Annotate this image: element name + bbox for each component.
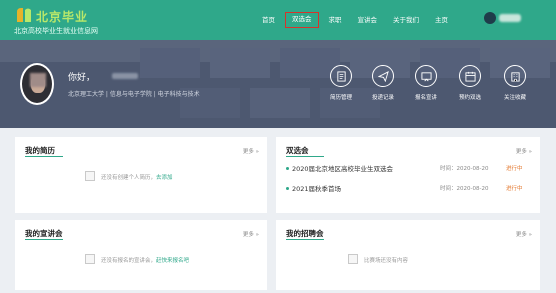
profile-avatar[interactable] (20, 63, 54, 105)
card-title: 我的简历 (25, 146, 55, 155)
card-title: 双选会 (286, 146, 309, 155)
resume-icon (336, 70, 346, 82)
presentation-icon (420, 71, 432, 81)
logo-text: 北京毕业 (36, 10, 89, 24)
quick-link-book-fair[interactable]: 预约双选 (452, 65, 488, 101)
empty-message: 比赛场还没有内容 (364, 258, 409, 264)
nav-job-fair[interactable]: 双选会 (285, 12, 319, 28)
more-link[interactable]: 更多 » (516, 230, 532, 238)
nav-about-us[interactable]: 关于我们 (387, 12, 425, 28)
more-link[interactable]: 更多 » (243, 230, 259, 238)
card-job-fair: 双选会 更多 » 2020届北京地区高校毕业生双选会 时间：2020-08-20… (276, 137, 540, 213)
school-info: 北京理工大学 | 信息与电子学院 | 电子科技与技术 (68, 91, 200, 98)
signup-presentation-link[interactable]: 赶快来报名吧 (156, 258, 189, 264)
top-navigation-bar: 北京毕业 北京高校毕业生就业信息网 首页 双选会 求职 宣讲会 关于我们 主页 (0, 0, 556, 40)
more-link[interactable]: 更多 » (243, 147, 259, 155)
user-name-redacted[interactable] (499, 14, 521, 22)
more-link[interactable]: 更多 » (516, 147, 532, 155)
calendar-icon (464, 71, 476, 82)
status-badge: 进行中 (506, 186, 523, 192)
nav-job-search[interactable]: 求职 (323, 12, 348, 28)
main-nav: 首页 双选会 求职 宣讲会 关于我们 主页 (256, 12, 458, 28)
nav-presentation[interactable]: 宣讲会 (352, 12, 384, 28)
card-title: 我的宣讲会 (25, 229, 63, 238)
card-my-recruitment-fairs: 我的招聘会 更多 » 比赛场还没有内容 (276, 220, 540, 290)
quick-link-applications[interactable]: 投递记录 (365, 65, 401, 101)
bullet-icon (286, 167, 289, 170)
site-logo[interactable]: 北京毕业 北京高校毕业生就业信息网 (14, 6, 124, 36)
user-avatar[interactable] (484, 12, 496, 24)
bullet-icon (286, 187, 289, 190)
nav-home[interactable]: 首页 (256, 12, 281, 28)
user-name-redacted-banner (112, 73, 138, 79)
greeting-text: 你好， (68, 73, 96, 83)
nav-homepage[interactable]: 主页 (429, 12, 454, 28)
card-my-presentations: 我的宣讲会 更多 » 还没有报名的宣讲会，赶快来报名吧 (15, 220, 267, 290)
list-item[interactable]: 2020届北京地区高校毕业生双选会 时间：2020-08-20 进行中 (286, 163, 524, 175)
empty-message: 还没有创建个人简历，去添加 (101, 175, 173, 181)
logo-subtitle: 北京高校毕业生就业信息网 (14, 27, 98, 35)
empty-message: 还没有报名的宣讲会，赶快来报名吧 (101, 258, 190, 264)
quick-link-resume[interactable]: 简历管理 (323, 65, 359, 101)
add-resume-link[interactable]: 去添加 (156, 175, 173, 181)
card-my-resume: 我的简历 更多 » 还没有创建个人简历，去添加 (15, 137, 267, 213)
logo-mark-icon (17, 8, 31, 22)
card-title: 我的招聘会 (286, 229, 324, 238)
send-icon (377, 70, 389, 82)
quick-link-favorites[interactable]: 关注收藏 (497, 65, 533, 101)
empty-doc-icon (85, 254, 95, 264)
empty-doc-icon (85, 171, 95, 181)
list-item[interactable]: 2021届秋季首场 时间：2020-08-20 进行中 (286, 183, 524, 195)
empty-doc-icon (348, 254, 358, 264)
status-badge: 进行中 (506, 166, 523, 172)
building-icon (510, 71, 520, 82)
quick-link-presentation-signup[interactable]: 报名宣讲 (408, 65, 444, 101)
